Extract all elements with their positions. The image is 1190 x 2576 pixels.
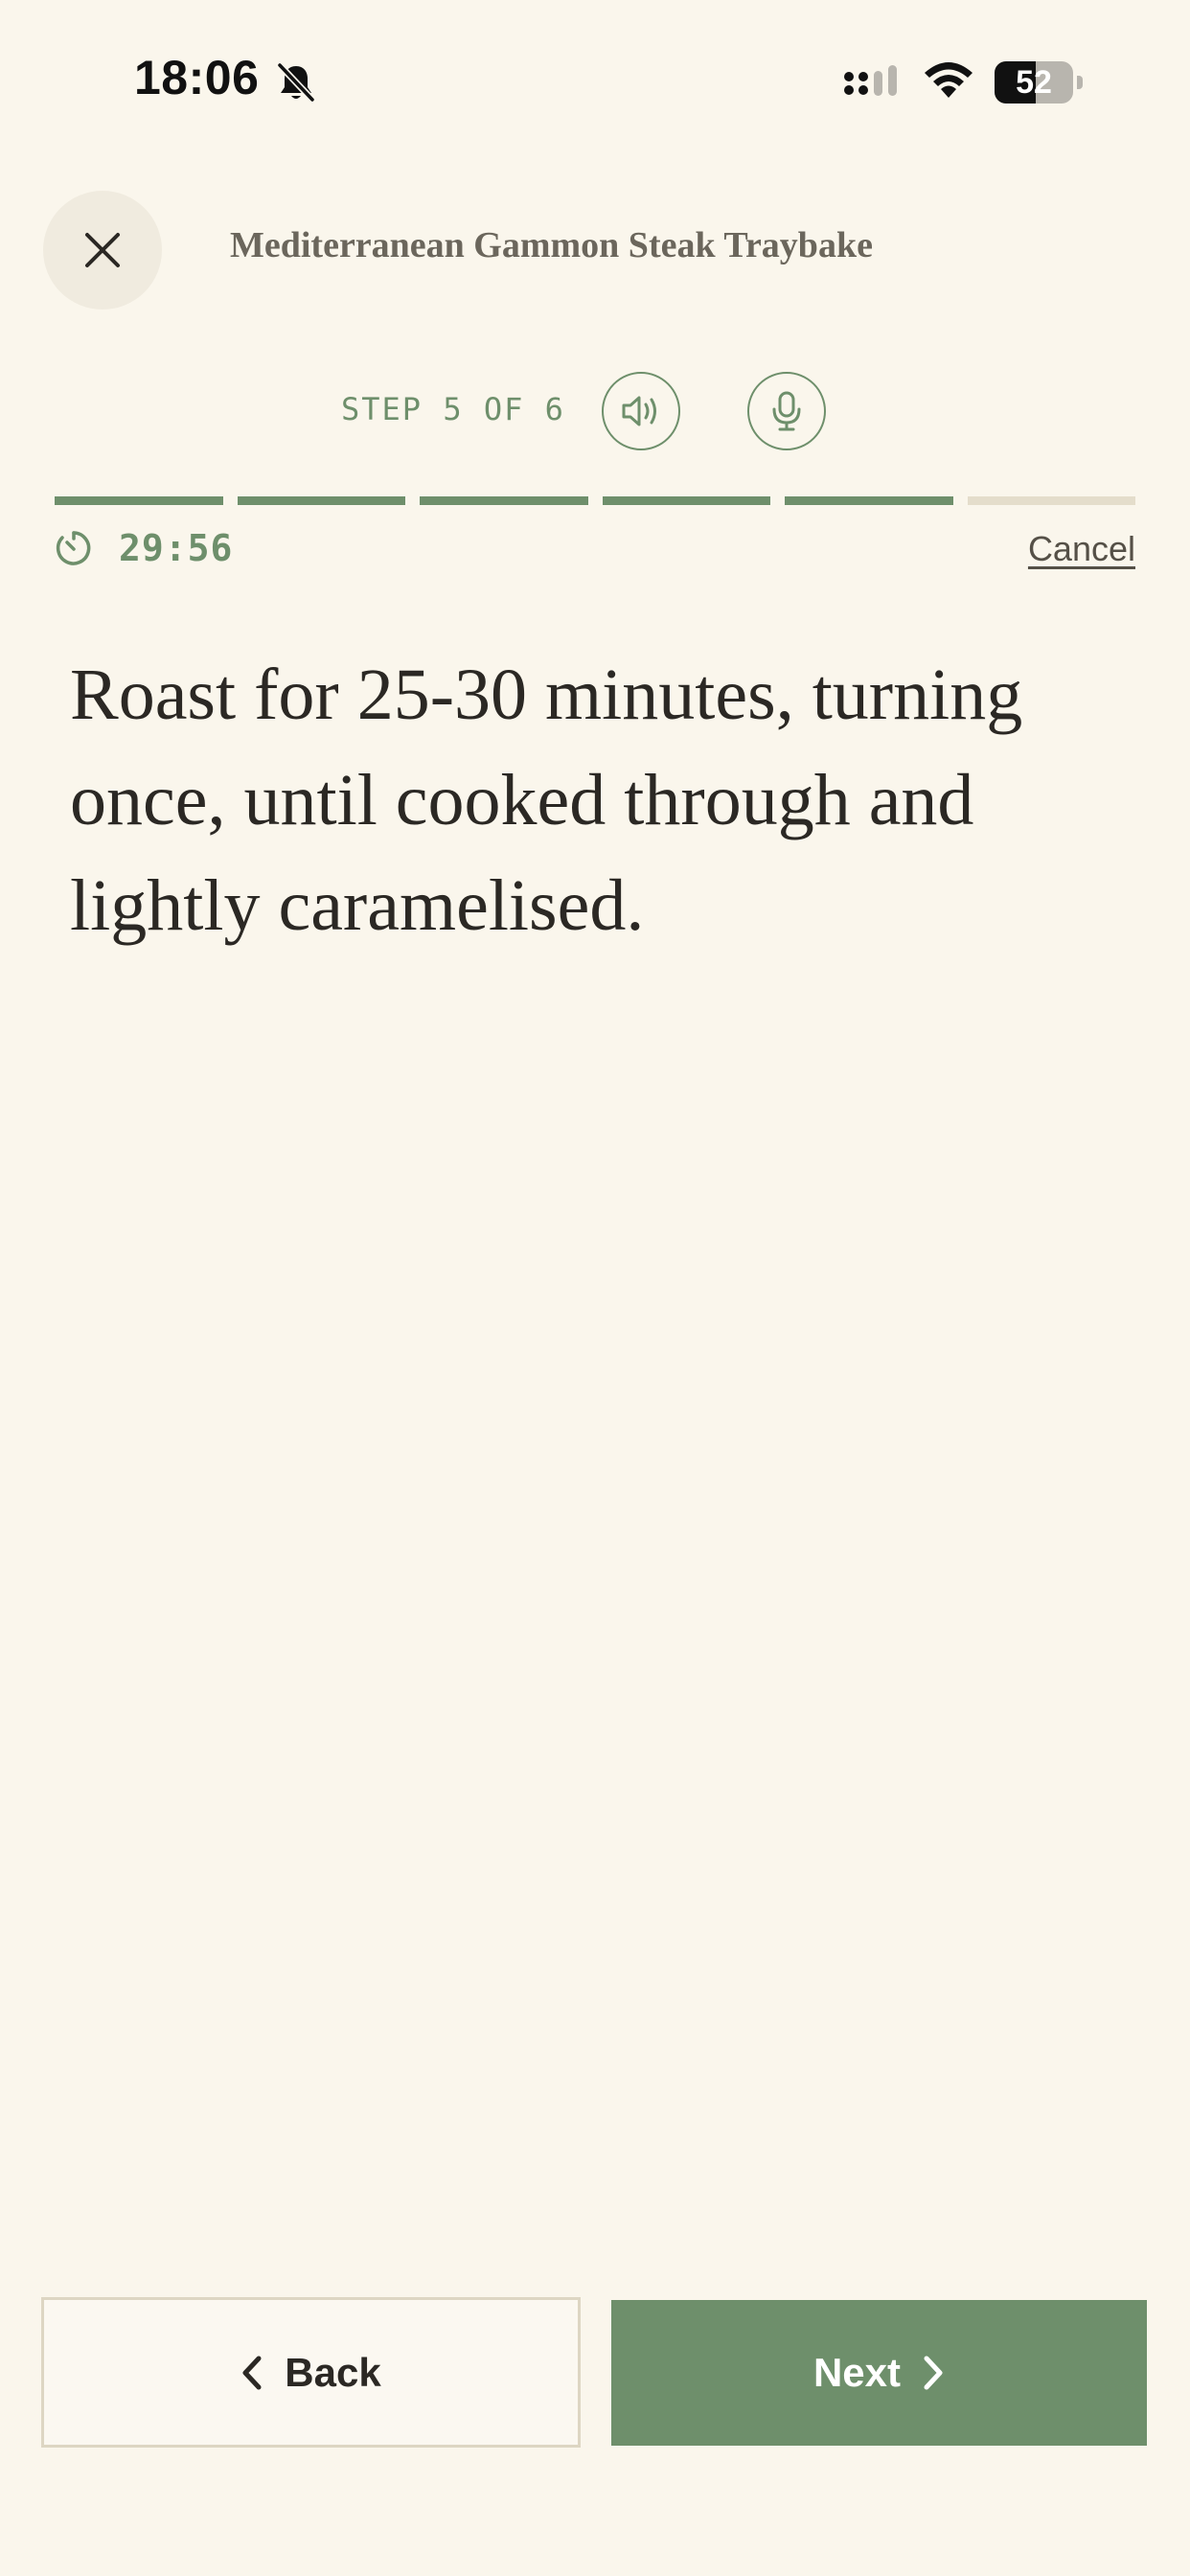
- next-button[interactable]: Next: [611, 2300, 1147, 2446]
- progress-segment-complete: [602, 496, 770, 505]
- step-progress-bar: [55, 496, 1135, 505]
- progress-segment-pending: [967, 496, 1135, 505]
- chevron-left-icon: [242, 2356, 262, 2389]
- progress-segment-complete: [420, 496, 588, 505]
- step-instruction: Roast for 25-30 minutes, turning once, u…: [70, 655, 1023, 946]
- recipe-title: Mediterranean Gammon Steak Traybake: [230, 225, 873, 265]
- chevron-right-icon: [924, 2356, 943, 2390]
- voice-control-button[interactable]: [747, 372, 826, 450]
- progress-segment-complete: [55, 496, 223, 505]
- cancel-timer-link[interactable]: Cancel: [1028, 529, 1135, 569]
- step-indicator: STEP 5 OF 6: [341, 391, 565, 427]
- wifi-icon: [925, 62, 973, 98]
- signal-icon: [844, 65, 897, 96]
- battery-level: 52: [1016, 64, 1052, 101]
- battery-icon: 52: [995, 61, 1083, 104]
- read-aloud-button[interactable]: [602, 372, 680, 450]
- microphone-icon: [772, 391, 801, 431]
- status-time: 18:06: [134, 51, 260, 104]
- timer-icon: [56, 531, 91, 565]
- close-button[interactable]: [43, 191, 162, 310]
- back-button-label: Back: [285, 2349, 381, 2395]
- bell-off-icon: [277, 62, 315, 103]
- next-button-label: Next: [812, 2350, 902, 2395]
- back-button[interactable]: Back: [41, 2297, 581, 2448]
- speaker-icon: [622, 396, 656, 426]
- progress-segment-complete: [785, 496, 953, 505]
- timer-countdown: 29:56: [119, 527, 234, 569]
- close-icon: [85, 233, 120, 267]
- progress-segment-complete: [237, 496, 405, 505]
